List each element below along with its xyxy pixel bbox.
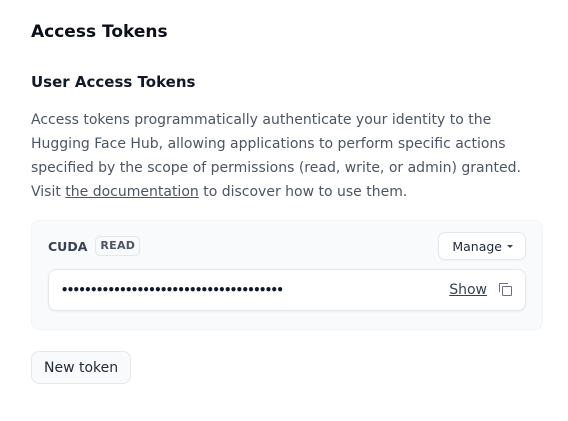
section-title: User Access Tokens: [31, 73, 196, 91]
token-header: CUDA READ Manage: [48, 232, 526, 260]
access-tokens-page: Access Tokens User Access Tokens Access …: [0, 0, 568, 421]
masked-token-value: ••••••••••••••••••••••••••••••••••••••: [61, 283, 284, 297]
token-card: CUDA READ Manage •••••••••••••••••••••••…: [31, 220, 543, 330]
new-token-button[interactable]: New token: [31, 351, 132, 384]
copy-icon[interactable]: [499, 283, 513, 297]
description-text-end: to discover how to use them.: [198, 184, 408, 200]
token-value-field: •••••••••••••••••••••••••••••••••••••• S…: [48, 269, 526, 311]
manage-button[interactable]: Manage: [438, 232, 526, 260]
token-role-badge: READ: [95, 236, 141, 256]
documentation-link[interactable]: the documentation: [65, 184, 198, 200]
section-description: Access tokens programmatically authentic…: [31, 108, 541, 204]
chevron-down-icon: [507, 245, 513, 248]
manage-button-label: Manage: [452, 238, 502, 254]
page-title: Access Tokens: [31, 22, 168, 42]
token-name: CUDA: [48, 238, 88, 254]
show-token-link[interactable]: Show: [449, 282, 487, 298]
